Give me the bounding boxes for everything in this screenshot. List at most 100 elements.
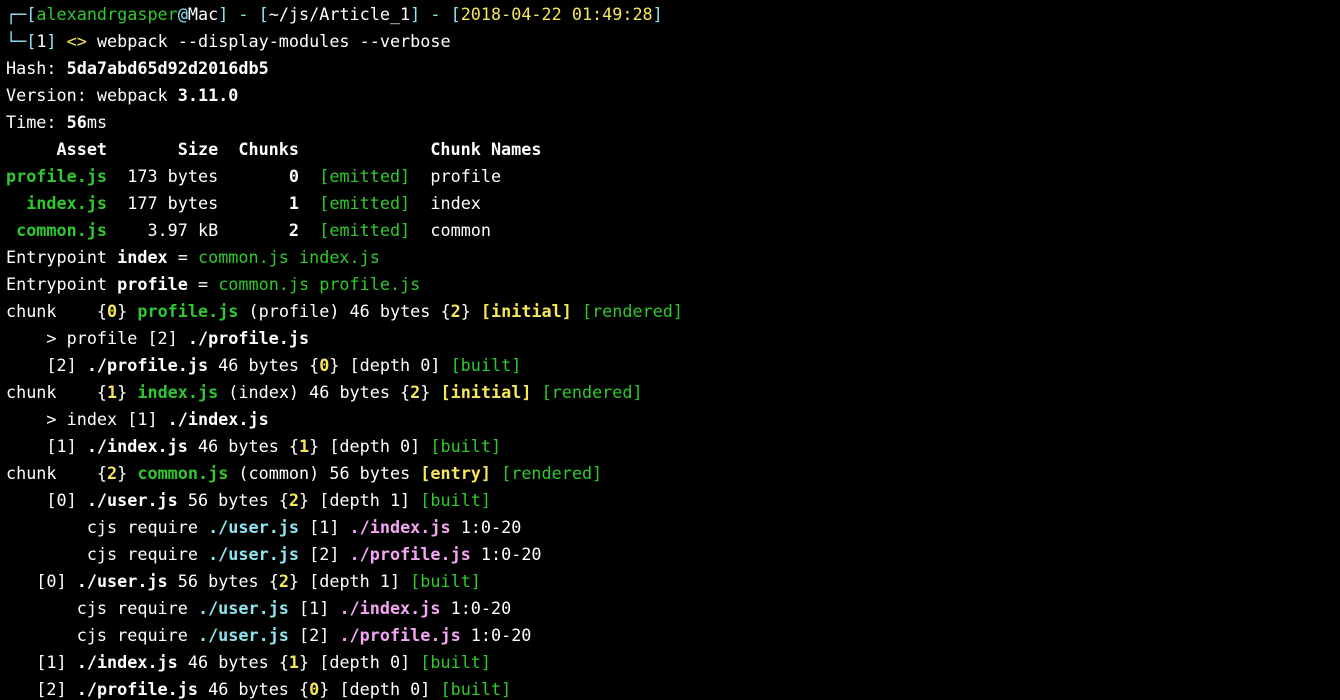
text-segment: common.js [137,463,229,483]
chunk-0-line: chunk {0} profile.js (profile) 46 bytes … [6,298,1340,325]
text-segment: index.js [6,193,108,213]
chunk-1-reason: > index [1] ./index.js [6,406,1340,433]
text-segment: ~/js/Article_1 [268,4,411,24]
text-segment: ./index.js [339,598,441,618]
text-segment: 2 [107,463,118,483]
text-segment: common.js index.js [197,247,380,267]
terminal-window[interactable]: ┌─[alexandrgasper@Mac] - [~/js/Article_1… [0,0,1340,700]
version-line: Version: webpack 3.11.0 [6,82,1340,109]
text-segment: 2 [288,490,300,510]
text-segment: ./user.js [197,598,289,618]
text-segment: Entrypoint [6,247,118,267]
text-segment: ./user.js [197,625,289,645]
text-segment: 46 bytes { [187,436,300,456]
text-segment: webpack --display-modules --verbose [96,31,451,51]
text-segment: [rendered] [541,382,643,402]
text-segment: ./user.js [76,571,168,591]
text-segment: ./profile.js [86,355,209,375]
text-segment: [built] [450,355,522,375]
module-user: [0] ./user.js 56 bytes {2} [depth 1] [bu… [6,568,1340,595]
chunk-2-module: [0] ./user.js 56 bytes {2} [depth 1] [bu… [6,487,1340,514]
text-segment: ./index.js [86,436,188,456]
text-segment: common.js profile.js [218,274,421,294]
text-segment: [rendered] [501,463,603,483]
chunk-0-module: [2] ./profile.js 46 bytes {0} [depth 0] … [6,352,1340,379]
text-segment: ms [86,112,108,132]
text-segment: 56 bytes { [167,571,279,591]
module-profile: [2] ./profile.js 46 bytes {0} [depth 0] … [6,676,1340,700]
chunk-0-reason: > profile [2] ./profile.js [6,325,1340,352]
text-segment: [rendered] [581,301,684,321]
text-segment: profile.js [6,166,108,186]
text-segment: index [410,193,481,213]
text-segment: 1 [288,193,300,213]
text-segment: 46 bytes { [208,355,320,375]
text-segment: [built] [420,490,491,510]
hash-line: Hash: 5da7abd65d92d2016db5 [6,55,1340,82]
text-segment: 1 [107,382,118,402]
text-segment: chunk { [6,382,108,402]
text-segment: profile [410,166,502,186]
text-segment: alexandrgasper [36,4,178,24]
text-segment: profile [117,274,188,294]
text-segment: 1:0-20 [450,517,522,537]
text-segment: ./profile.js [339,625,461,645]
text-segment: [built] [440,679,512,699]
text-segment: } [117,382,138,402]
asset-table-header: Asset Size Chunks Chunk Names [6,136,1340,163]
text-segment: index.js [137,382,219,402]
text-segment: [0] [6,490,87,510]
text-segment: ./user.js [86,490,178,510]
text-segment: } [depth 1] [299,490,421,510]
text-segment: ./profile.js [349,544,471,564]
text-segment: } [420,382,441,402]
text-segment: } [depth 0] [329,355,451,375]
text-segment: Hash: [6,58,67,78]
text-segment: ./user.js [208,544,300,564]
text-segment: ┌─[ [6,4,37,24]
text-segment: (common) 56 bytes [228,463,421,483]
text-segment: chunk { [6,463,108,483]
command-line: └─[1] <> webpack --display-modules --ver… [6,28,1340,55]
text-segment: 56 bytes { [177,490,289,510]
text-segment [531,382,541,402]
module-index: [1] ./index.js 46 bytes {1} [depth 0] [b… [6,649,1340,676]
text-segment: [2] [6,679,77,699]
text-segment: profile.js [137,301,239,321]
text-segment: 3.97 kB [107,220,289,240]
text-segment [491,463,501,483]
text-segment [299,220,319,240]
text-segment: ./index.js [349,517,451,537]
text-segment: [emitted] [319,193,411,213]
text-segment: [initial] [440,382,532,402]
text-segment: 0 [107,301,118,321]
entrypoint-index: Entrypoint index = common.js index.js [6,244,1340,271]
text-segment: 1:0-20 [460,625,532,645]
text-segment: 1:0-20 [440,598,512,618]
text-segment: } [117,463,138,483]
text-segment: Version: webpack [6,85,178,105]
text-segment: index [117,247,168,267]
text-segment: cjs require [6,544,209,564]
chunk-2-line: chunk {2} common.js (common) 56 bytes [e… [6,460,1340,487]
text-segment: 0 [309,679,320,699]
text-segment: 56 [66,112,87,132]
text-segment [299,193,319,213]
text-segment: 5da7abd65d92d2016db5 [66,58,269,78]
text-segment: 0 [319,355,330,375]
text-segment: Asset Size Chunks Chunk Names [6,139,542,159]
text-segment: 3.11.0 [177,85,239,105]
module-user-require-index: cjs require ./user.js [1] ./index.js 1:0… [6,595,1340,622]
text-segment: [0] [6,571,77,591]
text-segment: ./profile.js [187,328,310,348]
chunk-1-line: chunk {1} index.js (index) 46 bytes {2} … [6,379,1340,406]
text-segment: 2 [410,382,421,402]
text-segment: ./index.js [76,652,178,672]
text-segment: └─[ [6,31,37,51]
text-segment: common [410,220,491,240]
text-segment: 1:0-20 [470,544,542,564]
text-segment: cjs require [6,625,198,645]
text-segment: Entrypoint [6,274,118,294]
time-line: Time: 56ms [6,109,1340,136]
text-segment: cjs require [6,598,198,618]
